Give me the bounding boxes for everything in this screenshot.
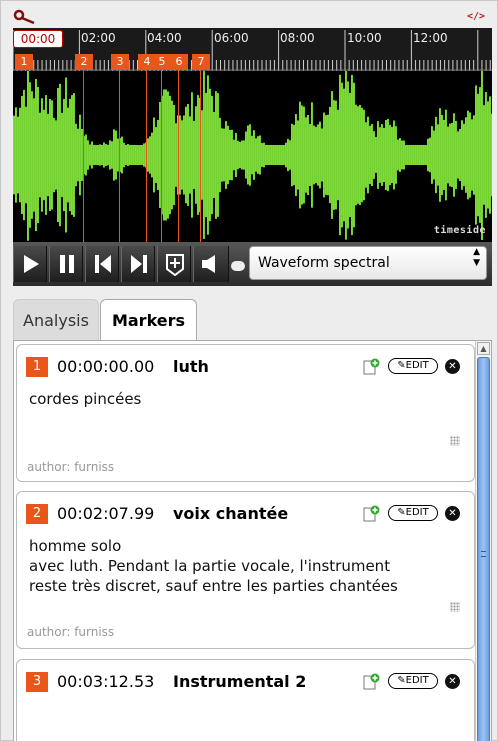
edit-label: EDIT bbox=[405, 507, 429, 518]
marker-flag-2[interactable]: 2 bbox=[75, 54, 93, 70]
marker-flag-6[interactable]: 6 bbox=[170, 54, 188, 70]
marker-card: 3 00:03:12.53 Instrumental 2 ✎EDIT ✕ bbox=[16, 659, 475, 741]
marker-flag-3[interactable]: 3 bbox=[111, 54, 129, 70]
tab-markers[interactable]: Markers bbox=[100, 299, 197, 341]
player-controls: Waveform spectral ▲ ▼ bbox=[13, 242, 492, 286]
ruler-label: 06:00 bbox=[214, 31, 249, 45]
add-marker-icon bbox=[166, 254, 184, 276]
close-icon[interactable]: ✕ bbox=[445, 359, 460, 374]
app-frame: </> 00:00 02:00 04:00 06:00 08:00 10:00 … bbox=[0, 0, 498, 741]
skip-forward-icon bbox=[131, 255, 147, 273]
marker-line bbox=[178, 70, 179, 242]
marker-title[interactable]: luth bbox=[173, 357, 209, 377]
marker-flag-5[interactable]: 5 bbox=[153, 54, 171, 70]
marker-index: 3 bbox=[26, 672, 48, 692]
marker-title[interactable]: Instrumental 2 bbox=[173, 672, 306, 692]
markers-panel: 1 00:00:00.00 luth ✎EDIT ✕ cordes pincée… bbox=[13, 340, 492, 741]
edit-label: EDIT bbox=[405, 675, 429, 686]
tab-analysis[interactable]: Analysis bbox=[13, 299, 99, 341]
marker-line bbox=[200, 70, 201, 242]
top-toolbar: </> bbox=[1, 1, 498, 27]
edit-button[interactable]: ✎EDIT bbox=[388, 673, 438, 689]
search-icon[interactable] bbox=[13, 9, 37, 25]
marker-author: author: furniss bbox=[27, 460, 115, 474]
waveform-display[interactable]: timeside bbox=[13, 71, 492, 242]
previous-marker-button[interactable] bbox=[85, 246, 119, 282]
marker-index: 1 bbox=[26, 357, 48, 377]
marker-index: 2 bbox=[26, 504, 48, 524]
ruler-label: 12:00 bbox=[413, 31, 448, 45]
current-time-display: 00:00 bbox=[13, 30, 63, 48]
scrollbar[interactable]: ▲ bbox=[475, 341, 491, 741]
marker-line bbox=[146, 70, 147, 242]
grip-lines-icon bbox=[481, 551, 486, 557]
waveform-graphic bbox=[13, 71, 492, 241]
edit-label: EDIT bbox=[405, 360, 429, 371]
marker-time: 00:02:07.99 bbox=[57, 504, 155, 523]
audio-player: 00:00 02:00 04:00 06:00 08:00 10:00 12:0… bbox=[13, 28, 492, 286]
marker-time: 00:00:00.00 bbox=[57, 357, 155, 376]
marker-description[interactable]: cordes pincées bbox=[29, 389, 459, 409]
close-icon[interactable]: ✕ bbox=[445, 674, 460, 689]
play-button[interactable] bbox=[13, 246, 47, 282]
scroll-thumb[interactable] bbox=[477, 357, 490, 741]
ruler-label: 02:00 bbox=[81, 31, 116, 45]
marker-card: 2 00:02:07.99 voix chantée ✎EDIT ✕ homme… bbox=[16, 491, 475, 649]
volume-slider[interactable] bbox=[231, 261, 245, 271]
add-marker-button[interactable] bbox=[157, 246, 191, 282]
ruler-label: 10:00 bbox=[347, 31, 382, 45]
marker-flag-1[interactable]: 1 bbox=[15, 54, 33, 70]
ruler-label: 08:00 bbox=[280, 31, 315, 45]
pause-button[interactable] bbox=[49, 246, 83, 282]
marker-card: 1 00:00:00.00 luth ✎EDIT ✕ cordes pincée… bbox=[16, 344, 475, 482]
resize-grip-icon[interactable] bbox=[450, 602, 460, 612]
edit-button[interactable]: ✎EDIT bbox=[388, 358, 438, 374]
close-icon[interactable]: ✕ bbox=[445, 506, 460, 521]
view-mode-value: Waveform spectral bbox=[258, 255, 390, 271]
marker-line bbox=[83, 70, 84, 242]
view-mode-select[interactable]: Waveform spectral ▲ ▼ bbox=[249, 246, 487, 280]
marker-title[interactable]: voix chantée bbox=[173, 504, 288, 524]
time-ruler[interactable]: 00:00 02:00 04:00 06:00 08:00 10:00 12:0… bbox=[13, 28, 492, 71]
volume-button[interactable] bbox=[193, 246, 229, 282]
add-note-icon[interactable] bbox=[362, 673, 380, 691]
tab-bar: Analysis Markers bbox=[13, 299, 492, 341]
marker-line bbox=[119, 70, 120, 242]
add-note-icon[interactable] bbox=[362, 358, 380, 376]
ruler-label: 04:00 bbox=[147, 31, 182, 45]
scroll-up-icon[interactable]: ▲ bbox=[477, 342, 490, 355]
select-arrows-icon: ▲ ▼ bbox=[473, 247, 480, 268]
marker-flag-7[interactable]: 7 bbox=[192, 54, 210, 70]
marker-time: 00:03:12.53 bbox=[57, 672, 155, 691]
add-note-icon[interactable] bbox=[362, 505, 380, 523]
timeside-logo: timeside bbox=[433, 225, 486, 236]
marker-line bbox=[161, 70, 162, 242]
skip-back-icon bbox=[95, 255, 111, 273]
resize-grip-icon[interactable] bbox=[450, 436, 460, 446]
speaker-icon bbox=[202, 255, 215, 273]
pause-icon bbox=[60, 255, 74, 273]
edit-button[interactable]: ✎EDIT bbox=[388, 505, 438, 521]
play-icon bbox=[24, 255, 39, 273]
marker-author: author: furniss bbox=[27, 625, 115, 639]
marker-description[interactable]: homme solo avec luth. Pendant la partie … bbox=[29, 536, 459, 596]
embed-code-icon[interactable]: </> bbox=[467, 11, 485, 22]
next-marker-button[interactable] bbox=[121, 246, 155, 282]
